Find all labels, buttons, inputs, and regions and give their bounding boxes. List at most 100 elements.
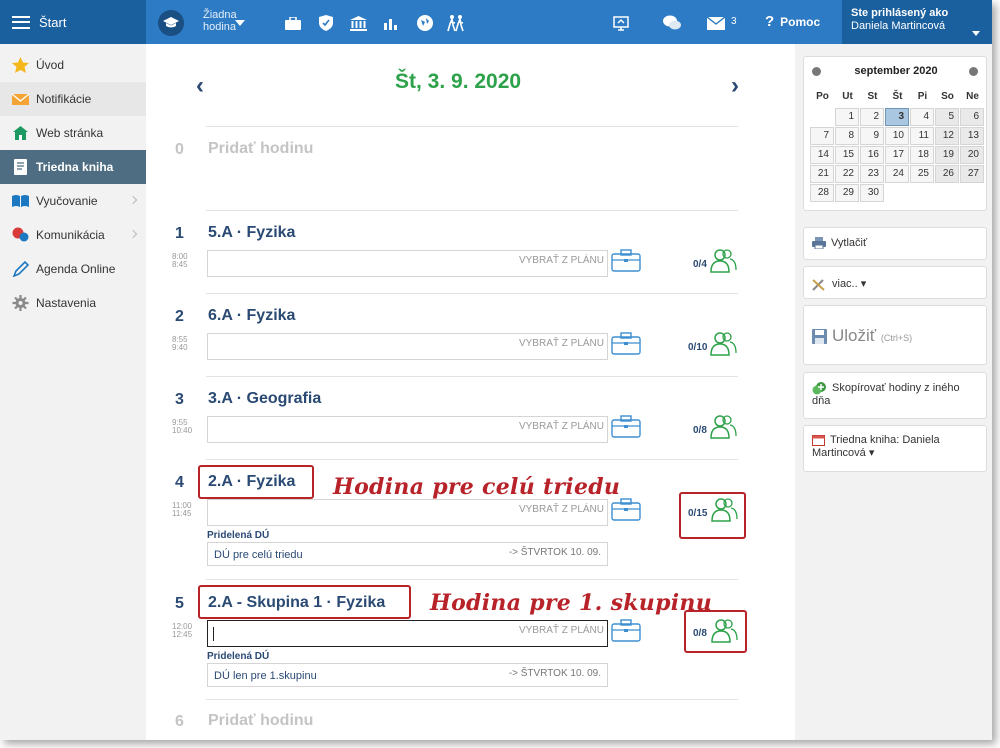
calendar-day[interactable]: 6 — [960, 108, 984, 126]
calendar-day[interactable]: 28 — [810, 184, 834, 202]
shield-icon[interactable] — [315, 12, 337, 34]
screen-share-icon[interactable] — [610, 12, 632, 34]
help-label: Pomoc — [780, 15, 821, 29]
lesson-selector[interactable]: Žiadna hodina — [203, 9, 237, 33]
students-icon[interactable] — [710, 619, 738, 643]
caret-down-icon[interactable] — [972, 31, 980, 36]
plan-briefcase-icon[interactable] — [611, 249, 641, 272]
calendar-day[interactable]: 24 — [885, 165, 909, 183]
sidebar-item-web-stranka[interactable]: Web stránka — [0, 116, 146, 150]
calendar-weekday: Ut — [842, 91, 853, 102]
lesson-topic-input[interactable]: VYBRAŤ Z PLÁNU — [207, 416, 608, 443]
print-button[interactable]: Vytlačiť — [803, 227, 987, 260]
globe-icon[interactable] — [414, 12, 436, 34]
plan-briefcase-icon[interactable] — [611, 415, 641, 438]
floppy-disk-icon — [812, 329, 827, 345]
students-icon[interactable] — [710, 498, 738, 522]
calendar-day[interactable]: 1 — [835, 108, 859, 126]
sidebar-item-triedna-kniha[interactable]: Triedna kniha — [0, 150, 146, 184]
class-book-button[interactable]: Triedna kniha: Daniela Martincová ▾ — [803, 425, 987, 472]
sidebar-item-label: Vyučovanie — [36, 194, 98, 208]
calendar-day[interactable]: 21 — [810, 165, 834, 183]
calendar-day[interactable]: 10 — [885, 127, 909, 145]
chat-bubbles-icon[interactable] — [661, 12, 683, 34]
calendar-day[interactable]: 2 — [860, 108, 884, 126]
topic-placeholder: VYBRAŤ Z PLÁNU — [518, 255, 604, 266]
lesson-title[interactable]: 2.A - Skupina 1 · Fyzika — [208, 594, 385, 612]
bar-chart-icon[interactable] — [380, 12, 402, 34]
calendar-day[interactable]: 18 — [910, 146, 934, 164]
calendar-day[interactable]: 13 — [960, 127, 984, 145]
calendar-day[interactable]: 25 — [910, 165, 934, 183]
calendar-days: 1 2 3 4 5 6 7 8 9 10 11 12 13 14 15 16 17 18 19 20 21 22 23 24 2… — [810, 108, 985, 203]
divider — [206, 376, 738, 377]
sidebar-item-uvod[interactable]: Úvod — [0, 48, 146, 82]
sidebar-item-komunikacia[interactable]: Komunikácia — [0, 218, 146, 252]
homework-field[interactable]: DÚ len pre 1.skupinu -> ŠTVRTOK 10. 09. — [207, 663, 608, 687]
lesson-number: 6 — [175, 713, 184, 730]
plan-briefcase-icon[interactable] — [611, 619, 641, 642]
people-walking-icon[interactable] — [445, 12, 467, 34]
bank-icon[interactable] — [347, 12, 369, 34]
lesson-title[interactable]: 6.A · Fyzika — [208, 307, 295, 325]
lesson-title[interactable]: 3.A · Geografia — [208, 390, 321, 408]
star-icon — [12, 57, 29, 73]
start-menu-button[interactable]: Štart — [0, 0, 146, 44]
calendar-day[interactable]: 12 — [935, 127, 959, 145]
calendar-day[interactable]: 30 — [860, 184, 884, 202]
lesson-topic-input[interactable]: VYBRAŤ Z PLÁNU — [207, 250, 608, 277]
calendar-day[interactable]: 16 — [860, 146, 884, 164]
lesson-topic-input[interactable]: VYBRAŤ Z PLÁNU — [207, 620, 608, 647]
user-menu[interactable]: Ste prihlásený ako Daniela Martincová — [842, 0, 992, 44]
copy-lessons-button[interactable]: Skopírovať hodiny z iného dňa — [803, 372, 987, 419]
calendar-day[interactable]: 23 — [860, 165, 884, 183]
open-book-icon — [12, 195, 29, 207]
calendar-day[interactable]: 14 — [810, 146, 834, 164]
calendar-day[interactable]: 4 — [910, 108, 934, 126]
plan-briefcase-icon[interactable] — [611, 498, 641, 521]
calendar-day[interactable]: 17 — [885, 146, 909, 164]
save-button[interactable]: Uložiť (Ctrl+S) — [803, 305, 987, 365]
more-button[interactable]: viac.. ▾ — [803, 266, 987, 299]
calendar-day[interactable]: 27 — [960, 165, 984, 183]
graduation-cap-icon[interactable] — [158, 10, 184, 36]
students-icon[interactable] — [709, 415, 737, 439]
sidebar-item-agenda-online[interactable]: Agenda Online — [0, 252, 146, 286]
briefcase-icon[interactable] — [282, 12, 304, 34]
topic-placeholder: VYBRAŤ Z PLÁNU — [518, 421, 604, 432]
calendar-day[interactable]: 5 — [935, 108, 959, 126]
divider — [206, 459, 738, 460]
calendar-day[interactable]: 29 — [835, 184, 859, 202]
students-icon[interactable] — [709, 332, 737, 356]
lesson-topic-input[interactable]: VYBRAŤ Z PLÁNU — [207, 333, 608, 360]
sidebar-item-nastavenia[interactable]: Nastavenia — [0, 286, 146, 320]
add-lesson-button[interactable]: Pridať hodinu — [208, 712, 313, 730]
homework-due: -> ŠTVRTOK 10. 09. — [508, 547, 601, 558]
calendar-day[interactable]: 9 — [860, 127, 884, 145]
homework-field[interactable]: DÚ pre celú triedu -> ŠTVRTOK 10. 09. — [207, 542, 608, 566]
mail-icon[interactable] — [705, 12, 727, 34]
caret-down-icon[interactable] — [235, 20, 245, 26]
calendar-day[interactable]: 11 — [910, 127, 934, 145]
lesson-title[interactable]: 5.A · Fyzika — [208, 224, 295, 242]
calendar-day[interactable]: 22 — [835, 165, 859, 183]
students-icon[interactable] — [709, 249, 737, 273]
prev-day-button[interactable]: ‹ — [196, 72, 204, 100]
calendar-day[interactable]: 19 — [935, 146, 959, 164]
help-button[interactable]: ? Pomoc — [765, 13, 820, 30]
lesson-topic-input[interactable]: VYBRAŤ Z PLÁNU — [207, 499, 608, 526]
calendar-next-icon[interactable] — [969, 67, 978, 76]
calendar-day[interactable]: 8 — [835, 127, 859, 145]
add-lesson-button[interactable]: Pridať hodinu — [208, 140, 313, 158]
sidebar-item-vyucovanie[interactable]: Vyučovanie — [0, 184, 146, 218]
plan-briefcase-icon[interactable] — [611, 332, 641, 355]
calendar-day[interactable]: 15 — [835, 146, 859, 164]
calendar-day[interactable]: 7 — [810, 127, 834, 145]
calendar-day-today[interactable]: 3 — [885, 108, 909, 126]
next-day-button[interactable]: › — [731, 72, 739, 100]
sidebar-item-notifikacie[interactable]: Notifikácie — [0, 82, 146, 116]
calendar-day[interactable]: 20 — [960, 146, 984, 164]
calendar-day[interactable]: 26 — [935, 165, 959, 183]
user-name: Daniela Martincová — [851, 20, 946, 32]
lesson-title[interactable]: 2.A · Fyzika — [208, 473, 295, 491]
